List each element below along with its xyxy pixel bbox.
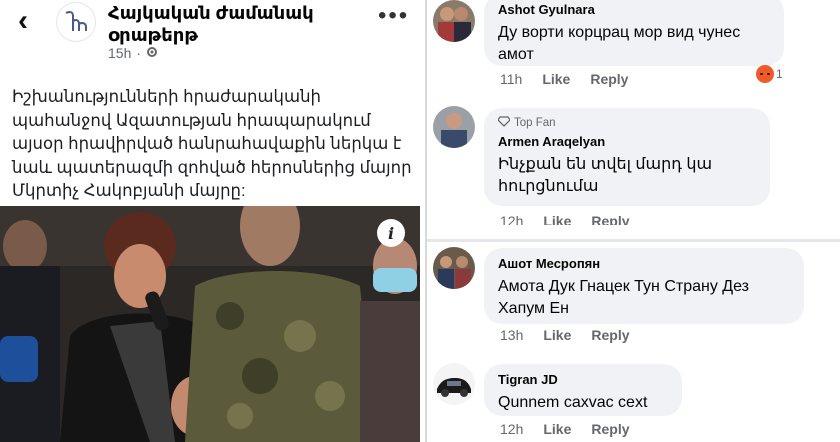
- post-time[interactable]: 15h: [108, 45, 131, 61]
- post-photo[interactable]: [0, 206, 420, 442]
- comment-time[interactable]: 11h: [500, 71, 522, 87]
- reply-button[interactable]: Reply: [591, 327, 629, 343]
- avatar-image: [433, 0, 475, 42]
- avatar-image: [433, 363, 475, 405]
- angry-reaction-icon: [756, 65, 774, 83]
- comment-actions: 11h Like Reply: [500, 71, 628, 87]
- comment-actions: 12h Like Reply: [500, 421, 630, 437]
- comment-author[interactable]: Ashot Gyulnara: [498, 2, 770, 18]
- page-logo-icon: [65, 11, 87, 31]
- like-button[interactable]: Like: [543, 327, 571, 343]
- reply-button[interactable]: Reply: [591, 421, 629, 437]
- rally-photo-image: [0, 206, 420, 442]
- comment-text: Ինչքան են տվել մարդ կա հուրցնումա: [498, 156, 713, 195]
- comment-time[interactable]: 12h: [500, 213, 523, 225]
- like-button[interactable]: Like: [543, 213, 571, 225]
- avatar[interactable]: [433, 247, 475, 289]
- page-avatar[interactable]: [56, 2, 96, 42]
- comment-bubble: Ашот Месропян Амота Дук Гнацек Тун Стран…: [484, 248, 804, 324]
- post-panel: ‹ Հայկական ժամանակ օրաթերթ 15h · ••• Իշխ…: [0, 0, 425, 442]
- comment-author[interactable]: Armen Araqelyan: [498, 134, 756, 150]
- back-arrow-icon[interactable]: ‹: [18, 6, 28, 36]
- avatar[interactable]: [433, 363, 475, 405]
- comment-time[interactable]: 12h: [500, 421, 523, 437]
- reply-button[interactable]: Reply: [590, 71, 628, 87]
- info-icon[interactable]: i: [377, 219, 405, 247]
- diamond-icon: [497, 116, 511, 130]
- meta-dot: ·: [136, 45, 142, 61]
- comment-text: Амота Дук Гнацек Тун Страну Дез Хапум Ен: [498, 278, 750, 317]
- comment-bubble: Ashot Gyulnara Ду ворти корцрац мор вид …: [484, 0, 784, 66]
- avatar[interactable]: [433, 0, 475, 42]
- more-options-icon[interactable]: •••: [378, 4, 409, 28]
- privacy-icon: [146, 45, 158, 61]
- post-text: Իշխանությունների հրաժարականի պահանջով Ազ…: [12, 88, 412, 200]
- screenshot-divider: [427, 239, 840, 242]
- comment-author[interactable]: Tigran JD: [498, 372, 668, 388]
- comment-actions: 13h Like Reply: [500, 327, 630, 343]
- post-meta: 15h ·: [108, 45, 158, 61]
- like-button[interactable]: Like: [543, 421, 571, 437]
- page-name[interactable]: Հայկական ժամանակ օրաթերթ: [108, 2, 348, 46]
- avatar[interactable]: [433, 106, 475, 148]
- avatar-image: [433, 106, 475, 148]
- reaction-summary[interactable]: 1: [756, 65, 783, 83]
- top-fan-badge: Top Fan: [497, 116, 756, 130]
- top-fan-label: Top Fan: [514, 117, 556, 129]
- comment-actions: 12h Like Reply: [500, 213, 630, 225]
- comment-text: Qunnem caxvac cext: [498, 394, 648, 411]
- avatar-image: [433, 247, 475, 289]
- comment-time[interactable]: 13h: [500, 327, 523, 343]
- comment-text: Ду ворти корцрац мор вид чунес амот: [498, 24, 741, 63]
- comment-bubble: Top Fan Armen Araqelyan Ինչքան են տվել մ…: [484, 108, 770, 206]
- comment-bubble: Tigran JD Qunnem caxvac cext: [484, 364, 682, 416]
- like-button[interactable]: Like: [542, 71, 570, 87]
- reply-button[interactable]: Reply: [591, 213, 629, 225]
- panel-divider: [425, 0, 427, 442]
- comment-author[interactable]: Ашот Месропян: [498, 256, 790, 272]
- reaction-count: 1: [776, 67, 783, 81]
